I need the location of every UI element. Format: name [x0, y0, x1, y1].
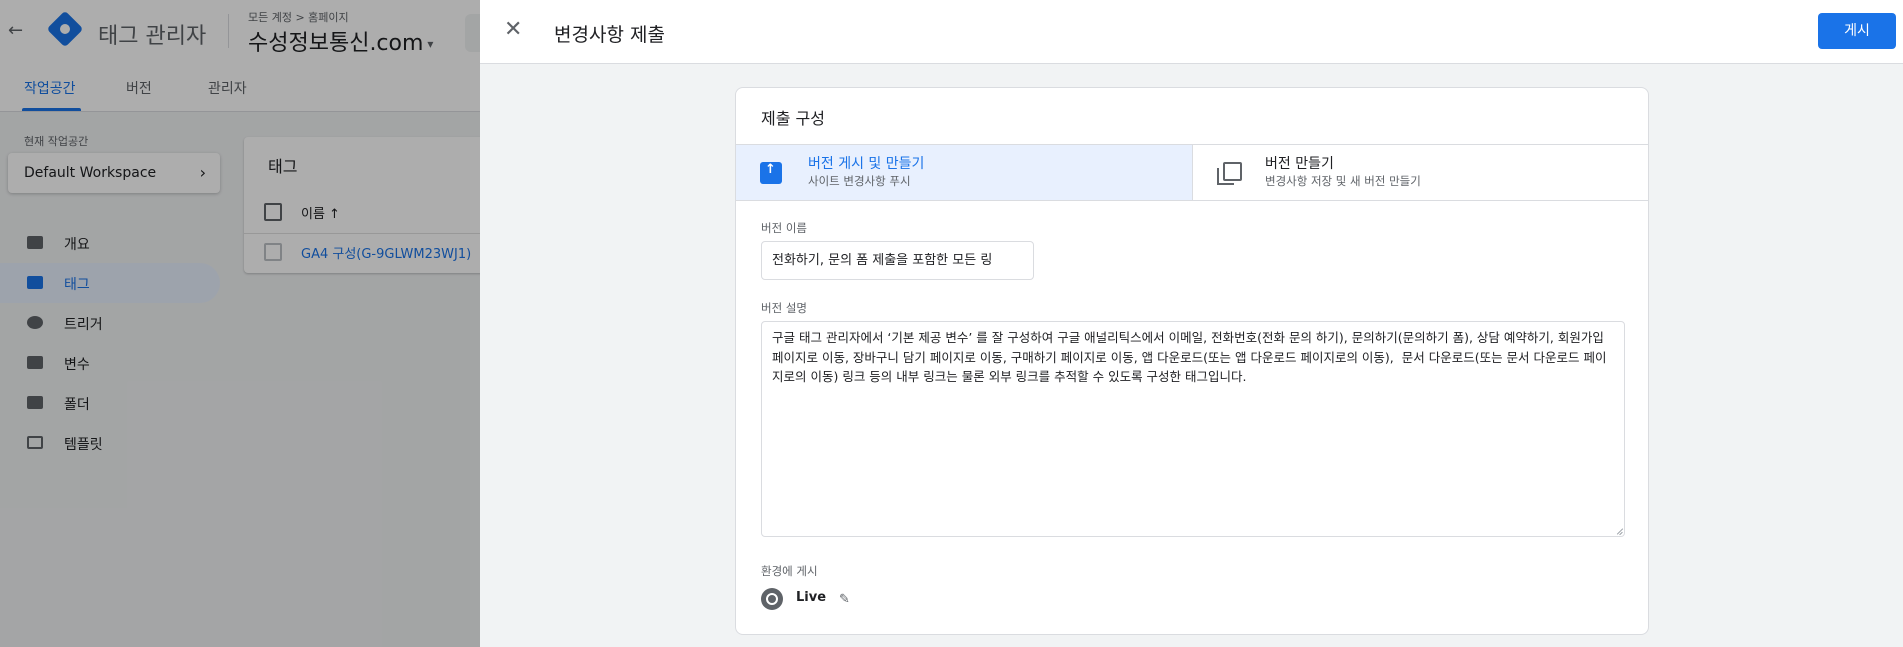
close-icon[interactable]: ✕ [504, 17, 522, 42]
config-title: 제출 구성 [761, 109, 825, 128]
resize-handle-icon[interactable] [1614, 525, 1624, 535]
copy-icon [1217, 162, 1242, 185]
option-create-version[interactable]: 버전 만들기 변경사항 저장 및 새 버전 만들기 [1192, 144, 1649, 201]
submission-config-card: 제출 구성 버전 게시 및 만들기 사이트 변경사항 푸시 버전 만들기 변경사… [735, 87, 1649, 635]
panel-header: ✕ 변경사항 제출 게시 [480, 0, 1903, 64]
modal-scrim[interactable] [0, 0, 480, 647]
panel-title: 변경사항 제출 [554, 24, 665, 46]
option-title: 버전 게시 및 만들기 [808, 156, 925, 172]
publish-button[interactable]: 게시 [1818, 13, 1896, 49]
version-description-textarea[interactable]: 구글 태그 관리자에서 ‘기본 제공 변수’ 를 잘 구성하여 구글 애널리틱스… [761, 321, 1625, 537]
submit-changes-panel: ✕ 변경사항 제출 게시 제출 구성 버전 게시 및 만들기 사이트 변경사항 … [480, 0, 1903, 647]
version-name-label: 버전 이름 [761, 221, 807, 235]
publish-icon [760, 162, 782, 184]
pencil-icon[interactable]: ✎ [839, 592, 850, 607]
option-publish-and-create-version[interactable]: 버전 게시 및 만들기 사이트 변경사항 푸시 [736, 144, 1192, 201]
globe-icon [761, 588, 783, 610]
version-name-input[interactable]: 전화하기, 문의 폼 제출을 포함한 모든 링 [761, 241, 1034, 280]
option-title: 버전 만들기 [1265, 156, 1334, 172]
environment-label: 환경에 게시 [761, 564, 818, 578]
option-subtitle: 사이트 변경사항 푸시 [808, 174, 911, 188]
option-subtitle: 변경사항 저장 및 새 버전 만들기 [1265, 174, 1421, 188]
environment-name: Live [796, 590, 827, 605]
version-description-label: 버전 설명 [761, 301, 807, 315]
